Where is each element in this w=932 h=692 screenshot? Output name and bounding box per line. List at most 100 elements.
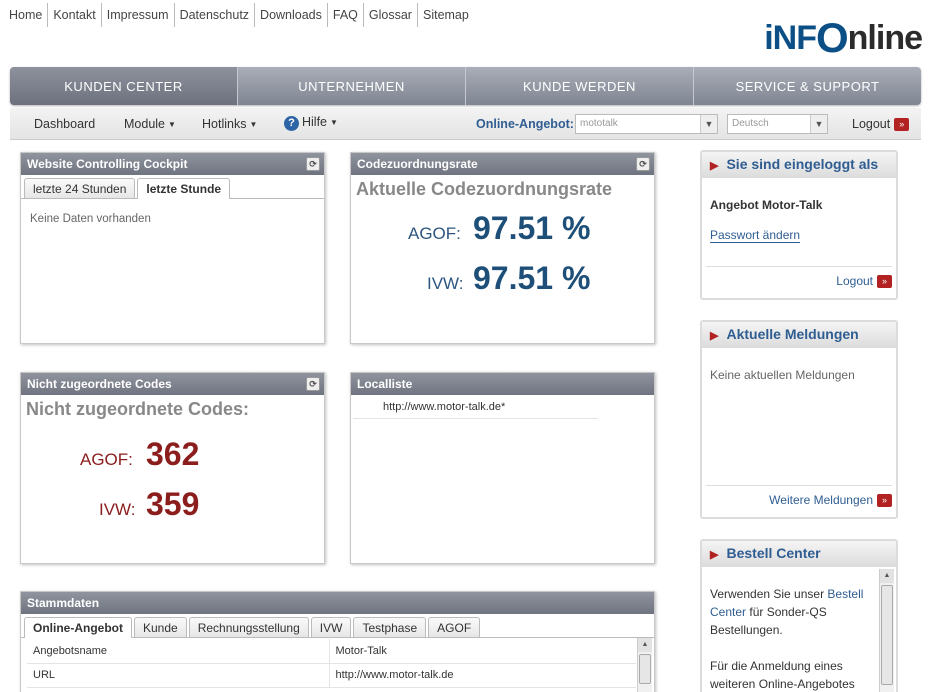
top-link-datenschutz[interactable]: Datenschutz bbox=[175, 3, 256, 27]
bestell-center-box: ▶ Bestell Center Verwenden Sie unser Best… bbox=[700, 539, 898, 692]
table-cell-value: Motor-Talk bbox=[329, 639, 636, 664]
top-link-downloads[interactable]: Downloads bbox=[255, 3, 328, 27]
meldungen-content: Keine aktuellen Meldungen bbox=[702, 348, 896, 382]
subnav-hotlinks[interactable]: Hotlinks ▼ bbox=[202, 117, 257, 131]
bestell-scrollbar[interactable]: ▲ bbox=[879, 569, 894, 692]
meldungen-box: ▶ Aktuelle Meldungen Keine aktuellen Meld… bbox=[700, 320, 898, 519]
login-box-content: Angebot Motor-Talk Passwort ändern bbox=[702, 178, 896, 243]
online-angebot-value: mototalk bbox=[580, 118, 618, 129]
stammdaten-table: Angebotsname Motor-Talk URL http://www.m… bbox=[27, 639, 636, 688]
nav-unternehmen[interactable]: UNTERNEHMEN bbox=[237, 67, 465, 105]
triangle-right-icon: ▶ bbox=[710, 549, 719, 561]
scroll-up-icon[interactable]: ▲ bbox=[880, 569, 894, 583]
change-password-link[interactable]: Passwort ändern bbox=[710, 228, 801, 243]
nicht-zugeordnet-title: Nicht zugeordnete Codes bbox=[27, 377, 172, 391]
codezuordnung-title: Codezuordnungsrate bbox=[357, 157, 478, 171]
triangle-right-icon: ▶ bbox=[710, 330, 719, 342]
infonline-logo[interactable]: iNF Online bbox=[764, 14, 923, 61]
logout-label: Logout bbox=[836, 274, 873, 288]
codezuordnung-heading: Aktuelle Codezuordnungsrate bbox=[356, 179, 613, 199]
cockpit-empty-text: Keine Daten vorhanden bbox=[30, 213, 151, 225]
cockpit-title: Website Controlling Cockpit bbox=[27, 157, 188, 171]
nav-kunde-werden[interactable]: KUNDE WERDEN bbox=[465, 67, 693, 105]
logo-part-nline: nline bbox=[847, 18, 923, 57]
ivw-label: IVW: bbox=[427, 274, 464, 293]
nav-kunden-center[interactable]: KUNDEN CENTER bbox=[10, 67, 237, 105]
help-icon: ? bbox=[284, 116, 299, 131]
refresh-icon[interactable]: ⟳ bbox=[306, 377, 320, 391]
tab-ivw[interactable]: IVW bbox=[310, 617, 352, 637]
localliste-header: Localliste bbox=[351, 373, 654, 395]
table-row: URL http://www.motor-talk.de bbox=[27, 663, 636, 688]
nicht-zugeordnet-header: Nicht zugeordnete Codes ⟳ bbox=[21, 373, 324, 395]
top-link-impressum[interactable]: Impressum bbox=[102, 3, 175, 27]
online-angebot-select[interactable]: mototalk ▼ bbox=[575, 114, 718, 134]
top-link-glossar[interactable]: Glossar bbox=[364, 3, 418, 27]
localliste-title: Localliste bbox=[357, 377, 413, 391]
sub-nav: Dashboard Module ▼ Hotlinks ▼ ? Hilfe ▼ Onli… bbox=[10, 108, 921, 140]
arrow-right-icon: » bbox=[877, 494, 892, 508]
cockpit-tabs: letzte 24 Stunden letzte Stunde bbox=[21, 175, 324, 199]
login-box: ▶ Sie sind eingeloggt als Angebot Motor-T… bbox=[700, 150, 898, 300]
top-links: Home Kontakt Impressum Datenschutz Downl… bbox=[4, 2, 474, 28]
arrow-right-icon: » bbox=[894, 118, 910, 132]
logo-part-inf: iNF bbox=[764, 18, 817, 57]
bestell-center-content: Verwenden Sie unser Bestell Center für S… bbox=[702, 567, 896, 692]
language-select[interactable]: Deutsch ▼ bbox=[727, 114, 828, 134]
login-box-header: ▶ Sie sind eingeloggt als bbox=[702, 152, 896, 178]
tab-rechnungsstellung[interactable]: Rechnungsstellung bbox=[188, 617, 309, 637]
language-value: Deutsch bbox=[732, 118, 769, 129]
chevron-down-icon: ▼ bbox=[249, 120, 258, 129]
tab-online-angebot[interactable]: Online-Angebot bbox=[24, 617, 132, 638]
tab-last-24h[interactable]: letzte 24 Stunden bbox=[24, 178, 136, 198]
table-cell-key: URL bbox=[27, 663, 330, 688]
bestell-center-title: Bestell Center bbox=[726, 545, 821, 561]
triangle-right-icon: ▶ bbox=[710, 160, 719, 172]
bestell-text-1: Verwenden Sie unser Bestell Center für S… bbox=[710, 585, 870, 639]
chevron-down-icon: ▼ bbox=[168, 120, 176, 129]
cockpit-content: Keine Daten vorhanden bbox=[21, 199, 324, 237]
top-link-faq[interactable]: FAQ bbox=[328, 3, 364, 27]
tab-kunde[interactable]: Kunde bbox=[134, 617, 187, 637]
login-box-logout-link[interactable]: Logout » bbox=[836, 274, 892, 289]
nav-service-support[interactable]: SERVICE & SUPPORT bbox=[693, 67, 921, 105]
subnav-hilfe[interactable]: ? Hilfe ▼ bbox=[284, 115, 338, 131]
codezuordnung-panel: Codezuordnungsrate ⟳ Aktuelle Codezuordn… bbox=[350, 152, 655, 344]
refresh-icon[interactable]: ⟳ bbox=[636, 157, 650, 171]
scroll-up-icon[interactable]: ▲ bbox=[638, 638, 652, 652]
tab-testphase[interactable]: Testphase bbox=[353, 617, 427, 637]
logout-link[interactable]: Logout» bbox=[852, 117, 910, 132]
top-link-home[interactable]: Home bbox=[4, 3, 49, 27]
cockpit-panel: Website Controlling Cockpit ⟳ letzte 24 … bbox=[20, 152, 325, 344]
subnav-module[interactable]: Module ▼ bbox=[124, 117, 176, 131]
stammdaten-tabs: Online-Angebot Kunde Rechnungsstellung I… bbox=[21, 614, 654, 638]
tab-agof[interactable]: AGOF bbox=[428, 617, 481, 637]
meldungen-empty-text: Keine aktuellen Meldungen bbox=[710, 368, 855, 382]
chevron-down-icon: ▼ bbox=[700, 115, 717, 133]
chevron-down-icon: ▼ bbox=[330, 118, 338, 127]
stammdaten-scrollbar[interactable]: ▲ bbox=[637, 638, 652, 692]
bestell-text-1-pre: Verwenden Sie unser bbox=[710, 587, 828, 601]
login-box-title: Sie sind eingeloggt als bbox=[726, 156, 879, 172]
scroll-thumb[interactable] bbox=[639, 654, 651, 684]
subnav-hotlinks-label: Hotlinks bbox=[202, 117, 247, 131]
tab-last-hour[interactable]: letzte Stunde bbox=[137, 178, 231, 199]
ivw-codes-value: 359 bbox=[146, 486, 200, 522]
login-box-footer: Logout » bbox=[706, 266, 892, 289]
scroll-thumb[interactable] bbox=[881, 585, 893, 685]
subnav-hilfe-label: Hilfe bbox=[302, 115, 328, 129]
bestell-text-2: Für die Anmeldung eines weiteren Online-… bbox=[710, 659, 855, 691]
main-nav: KUNDEN CENTER UNTERNEHMEN KUNDE WERDEN S… bbox=[10, 67, 921, 105]
list-item[interactable]: http://www.motor-talk.de* bbox=[353, 397, 598, 419]
agof-rate-value: 97.51 % bbox=[473, 210, 591, 246]
top-link-kontakt[interactable]: Kontakt bbox=[48, 3, 102, 27]
online-angebot-label: Online-Angebot: bbox=[476, 117, 574, 131]
arrow-right-icon: » bbox=[877, 275, 892, 289]
agof-codes-value: 362 bbox=[146, 436, 200, 472]
weitere-meldungen-link[interactable]: Weitere Meldungen » bbox=[769, 493, 892, 508]
subnav-dashboard[interactable]: Dashboard bbox=[34, 117, 95, 131]
logout-label: Logout bbox=[852, 117, 891, 131]
refresh-icon[interactable]: ⟳ bbox=[306, 157, 320, 171]
logo-part-o: O bbox=[815, 14, 849, 61]
top-link-sitemap[interactable]: Sitemap bbox=[418, 3, 474, 27]
